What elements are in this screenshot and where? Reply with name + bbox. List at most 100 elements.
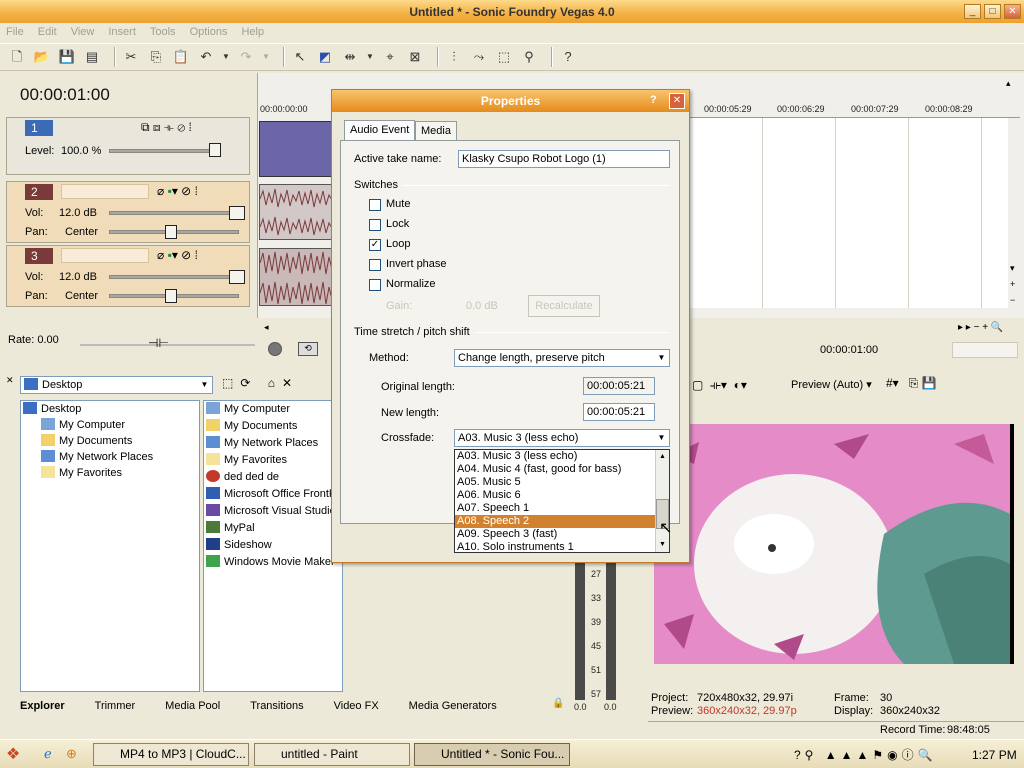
ignore-grouping-icon[interactable]: ⚲ xyxy=(520,48,538,66)
menu-edit[interactable]: Edit xyxy=(38,26,57,38)
tab-explorer[interactable]: Explorer xyxy=(20,700,65,712)
normal-edit-tool-icon[interactable]: ↖ xyxy=(291,48,309,66)
tool-dropdown-icon[interactable]: ▼ xyxy=(366,48,374,66)
cut-icon[interactable]: ✂ xyxy=(122,48,140,66)
file-item[interactable]: Sideshow xyxy=(204,537,342,554)
crossfade-option[interactable]: A09. Speech 3 (fast) xyxy=(455,528,669,541)
auto-ripple-icon[interactable]: ⤳ xyxy=(470,48,488,66)
file-item[interactable]: My Network Places xyxy=(204,435,342,452)
location-dropdown[interactable]: Desktop ▼ xyxy=(20,376,213,394)
auto-crossfade-icon[interactable]: ⊠ xyxy=(406,48,424,66)
media-quick-launch-icon[interactable]: ⊕ xyxy=(66,746,77,762)
tree-item-my-network-places[interactable]: My Network Places xyxy=(21,449,199,465)
save-icon[interactable]: 💾 xyxy=(58,48,76,66)
redo-dropdown-icon[interactable]: ▼ xyxy=(262,48,270,66)
level-slider[interactable] xyxy=(109,149,219,153)
tab-media-pool[interactable]: Media Pool xyxy=(165,700,220,712)
task-paint[interactable]: untitled - Paint xyxy=(254,743,410,766)
track-name-field[interactable] xyxy=(61,248,149,263)
crossfade-option[interactable]: A10. Solo instruments 1 xyxy=(455,541,669,554)
zoom-controls[interactable]: ▸ ▸ − + 🔍 xyxy=(958,322,1003,333)
tab-media[interactable]: Media xyxy=(415,121,457,141)
vol-slider[interactable] xyxy=(109,275,239,279)
track-fx-icons[interactable]: ⧉ ⧈ ⟛ ⊘ ⁞ xyxy=(141,120,192,135)
crossfade-option[interactable]: A06. Music 6 xyxy=(455,489,669,502)
file-list[interactable]: My Computer My Documents My Network Plac… xyxy=(203,400,343,692)
selection-tool-icon[interactable]: ⇹ xyxy=(341,48,359,66)
folder-tree[interactable]: Desktop My Computer My Documents My Netw… xyxy=(20,400,200,692)
menu-help[interactable]: Help xyxy=(241,26,264,38)
enable-snapping-icon[interactable]: ⫶ xyxy=(445,48,463,66)
crossfade-option[interactable]: A04. Music 4 (fast, good for bass) xyxy=(455,463,669,476)
menu-file[interactable]: File xyxy=(6,26,24,38)
track-header-3[interactable]: 3 ⌀ ▪▾ ⊘ ⁞ Vol: 12.0 dB Pan: Center xyxy=(6,245,250,307)
audio-clip[interactable] xyxy=(259,248,334,306)
browser-quick-launch-icon[interactable]: ℯ xyxy=(44,746,52,762)
tab-transitions[interactable]: Transitions xyxy=(250,700,303,712)
properties-icon[interactable]: ▤ xyxy=(83,48,101,66)
tab-media-generators[interactable]: Media Generators xyxy=(409,700,497,712)
tree-item-my-computer[interactable]: My Computer xyxy=(21,417,199,433)
vol-slider-thumb[interactable] xyxy=(229,270,245,284)
tree-item-my-documents[interactable]: My Documents xyxy=(21,433,199,449)
vol-slider-thumb[interactable] xyxy=(229,206,245,220)
normalize-checkbox[interactable] xyxy=(369,279,381,291)
menu-options[interactable]: Options xyxy=(190,26,228,38)
file-item[interactable]: My Documents xyxy=(204,418,342,435)
crossfade-option[interactable]: A07. Speech 1 xyxy=(455,502,669,515)
task-vegas[interactable]: Untitled * - Sonic Fou... xyxy=(414,743,570,766)
track-fx-icons[interactable]: ⌀ ▪▾ ⊘ ⁞ xyxy=(157,248,198,262)
pan-slider-thumb[interactable] xyxy=(165,225,177,239)
rate-slider-thumb[interactable]: ⊣⊢ xyxy=(148,336,169,350)
file-item[interactable]: ded ded de xyxy=(204,469,342,486)
scroll-up-icon[interactable]: ▲ xyxy=(656,450,669,463)
track-name-field[interactable] xyxy=(61,184,149,199)
minimize-button[interactable]: _ xyxy=(964,4,981,19)
close-window-button[interactable]: ✕ xyxy=(1004,4,1021,19)
crossfade-option-selected[interactable]: A08. Speech 2 xyxy=(455,515,669,528)
preview-toolbar-icons[interactable]: ▢ ⟛▾ ◐▾ xyxy=(692,378,747,393)
track-fx-icons[interactable]: ⌀ ▪▾ ⊘ ⁞ xyxy=(157,184,198,198)
lock-envelopes-icon[interactable]: ⬚ xyxy=(495,48,513,66)
active-take-field[interactable]: Klasky Csupo Robot Logo (1) xyxy=(458,150,670,168)
undo-dropdown-icon[interactable]: ▼ xyxy=(222,48,230,66)
lock-checkbox[interactable] xyxy=(369,219,381,231)
dialog-close-button[interactable]: ✕ xyxy=(669,93,685,109)
tab-video-fx[interactable]: Video FX xyxy=(334,700,379,712)
snapping-icon[interactable]: ⌖ xyxy=(381,48,399,66)
pane-close-icon[interactable]: ✕ xyxy=(6,375,14,386)
loop-playback-button[interactable]: ⟲ xyxy=(298,342,318,356)
lock-icon[interactable]: 🔒 xyxy=(552,698,564,709)
file-item[interactable]: My Favorites xyxy=(204,452,342,469)
video-clip[interactable] xyxy=(259,121,334,177)
maximize-button[interactable]: □ xyxy=(984,4,1001,19)
track-header-1[interactable]: 1 ⧉ ⧈ ⟛ ⊘ ⁞ Level: 100.0 % xyxy=(6,117,250,175)
vol-slider[interactable] xyxy=(109,211,239,215)
crossfade-option[interactable]: A03. Music 3 (less echo) xyxy=(455,450,669,463)
invert-phase-checkbox[interactable] xyxy=(369,259,381,271)
record-button[interactable] xyxy=(268,342,282,356)
loop-checkbox[interactable]: ✓ xyxy=(369,239,381,251)
explorer-toolbar[interactable]: ⬚⟳ ⌂✕ xyxy=(222,376,299,390)
method-dropdown[interactable]: Change length, preserve pitch ▼ xyxy=(454,349,670,367)
crossfade-dropdown[interactable]: A03. Music 3 (less echo) ▼ xyxy=(454,429,670,447)
crossfade-option[interactable]: A05. Music 5 xyxy=(455,476,669,489)
audio-clip[interactable] xyxy=(259,184,334,240)
file-item[interactable]: Microsoft Visual Studio xyxy=(204,503,342,520)
file-item[interactable]: Microsoft Office FrontP xyxy=(204,486,342,503)
dialog-help-button[interactable]: ? xyxy=(650,94,657,106)
tab-audio-event[interactable]: Audio Event xyxy=(344,120,416,140)
menu-tools[interactable]: Tools xyxy=(150,26,176,38)
open-icon[interactable]: 📂 xyxy=(33,48,51,66)
redo-icon[interactable]: ↷ xyxy=(237,48,255,66)
file-item[interactable]: MyPal xyxy=(204,520,342,537)
tab-trimmer[interactable]: Trimmer xyxy=(95,700,136,712)
new-icon[interactable]: 🗋 xyxy=(8,48,26,66)
whats-this-help-icon[interactable]: ? xyxy=(559,48,577,66)
preview-quality-dropdown[interactable]: Preview (Auto) ▾ xyxy=(791,378,872,391)
task-mp4-to-mp3[interactable]: MP4 to MP3 | CloudC... xyxy=(93,743,249,766)
timeline-empty-grid[interactable] xyxy=(690,118,1008,308)
scroll-left-icon[interactable]: ◂ xyxy=(264,322,269,333)
new-length-field[interactable]: 00:00:05:21 xyxy=(583,403,655,421)
menu-insert[interactable]: Insert xyxy=(108,26,136,38)
